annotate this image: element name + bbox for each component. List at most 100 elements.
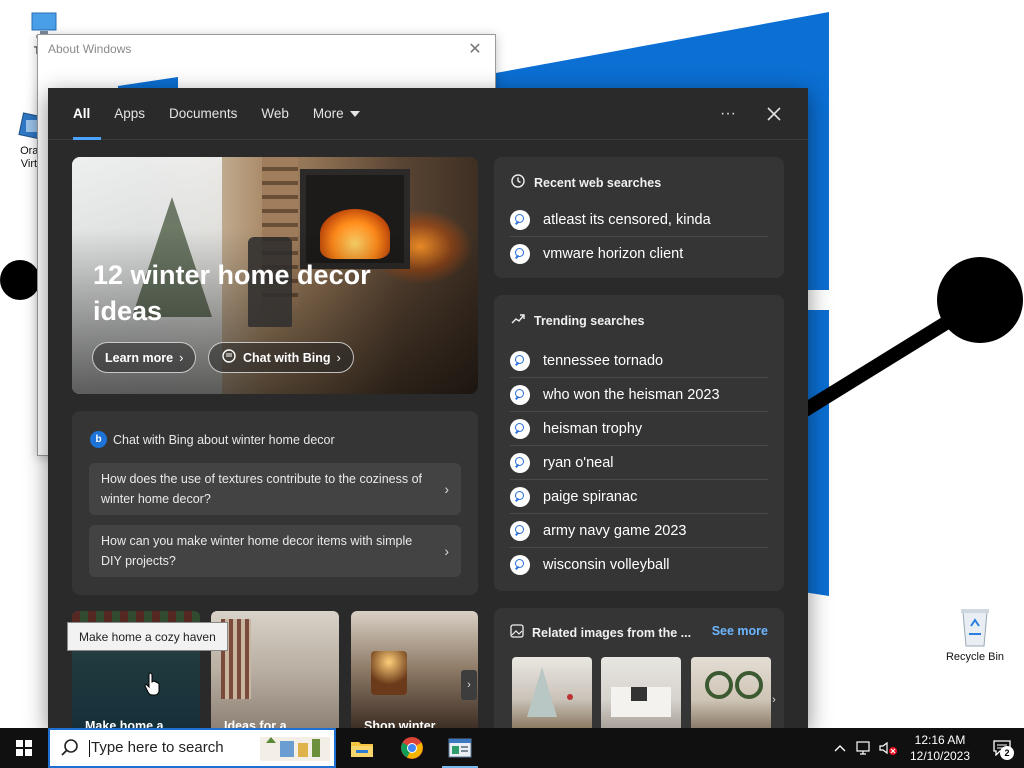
taskbar-app-chrome[interactable] <box>388 728 436 768</box>
chevron-right-icon[interactable]: › <box>461 670 477 700</box>
trending-search-item[interactable]: army navy game 2023 <box>510 514 768 548</box>
chevron-right-icon: › <box>179 350 184 365</box>
search-placeholder: Type here to search <box>91 739 224 757</box>
tab-apps[interactable]: Apps <box>102 88 157 140</box>
tab-label: More <box>312 106 344 121</box>
related-header: Related images from the ... <box>510 624 691 641</box>
taskbar-clock[interactable]: 12:16 AM 12/10/2023 <box>900 732 980 764</box>
thumbnail-card[interactable]: Ideas for a <box>211 611 339 728</box>
search-icon <box>510 486 530 507</box>
system-info-icon <box>448 738 472 758</box>
close-icon[interactable]: ✕ <box>465 39 485 59</box>
related-title: Related images from the ... <box>532 625 692 640</box>
tab-documents[interactable]: Documents <box>157 88 249 140</box>
taskbar-app-system-info[interactable] <box>436 728 484 768</box>
network-icon[interactable] <box>852 728 876 768</box>
chevron-right-icon: › <box>444 481 449 497</box>
chevron-up-icon[interactable] <box>828 728 852 768</box>
recycle-bin-icon <box>955 604 995 648</box>
thumbnail-label: Ideas for a <box>224 719 287 728</box>
button-label: Chat with Bing <box>243 350 331 365</box>
chevron-right-icon: › <box>444 543 449 559</box>
chevron-down-icon <box>349 110 360 117</box>
window-titlebar[interactable]: About Windows ✕ <box>38 35 495 63</box>
tab-more[interactable]: More <box>301 88 372 140</box>
chat-bubble-icon <box>221 348 237 367</box>
close-icon[interactable] <box>762 102 786 126</box>
chat-with-bing-card: b Chat with Bing about winter home decor… <box>72 411 478 595</box>
search-icon <box>510 520 530 541</box>
search-icon <box>510 209 530 230</box>
search-text: who won the heisman 2023 <box>543 386 720 403</box>
trending-header: Trending searches <box>510 311 644 330</box>
panel-tools: ··· <box>716 88 786 140</box>
taskbar-app-file-explorer[interactable] <box>338 728 386 768</box>
see-more-link[interactable]: See more <box>712 624 768 638</box>
action-center-button[interactable]: 2 <box>980 728 1024 768</box>
recent-search-item[interactable]: vmware horizon client <box>510 237 768 271</box>
chat-card-header: b Chat with Bing about winter home decor <box>90 431 335 448</box>
search-icon <box>510 452 530 473</box>
search-text: wisconsin volleyball <box>543 557 670 573</box>
tab-label: Apps <box>114 106 146 121</box>
thumbnail-card[interactable]: Shop winter <box>351 611 478 728</box>
system-tray: 12:16 AM 12/10/2023 2 <box>828 728 1024 768</box>
search-icon <box>510 384 530 405</box>
hero-title: 12 winter home decor ideas <box>93 260 371 326</box>
search-text: paige spiranac <box>543 488 638 505</box>
trending-search-item[interactable]: ryan o'neal <box>510 446 768 480</box>
chevron-right-icon[interactable]: › <box>768 688 780 712</box>
related-images-card: Related images from the ... See more › <box>494 608 784 728</box>
bing-icon: b <box>90 431 107 448</box>
recent-searches-card: Recent web searches atleast its censored… <box>494 157 784 278</box>
volume-muted-icon[interactable] <box>876 728 900 768</box>
search-icon <box>510 350 530 371</box>
thumbnail-label: Make home a <box>85 719 164 728</box>
chat-with-bing-button[interactable]: Chat with Bing › <box>208 342 354 373</box>
learn-more-button[interactable]: Learn more › <box>92 342 197 373</box>
search-icon <box>510 418 530 439</box>
search-text: heisman trophy <box>543 420 643 437</box>
related-image[interactable] <box>512 657 592 728</box>
image-icon <box>510 624 524 641</box>
desktop-icon-recycle-bin[interactable]: Recycle Bin <box>942 604 1008 664</box>
trending-search-item[interactable]: who won the heisman 2023 <box>510 378 768 412</box>
thumbnail-label: Shop winter <box>364 719 436 728</box>
recent-title: Recent web searches <box>534 175 662 190</box>
search-text: army navy game 2023 <box>543 522 687 539</box>
tab-label: Web <box>261 106 289 121</box>
trending-search-item[interactable]: heisman trophy <box>510 412 768 446</box>
search-text: ryan o'neal <box>543 454 614 471</box>
related-image[interactable] <box>691 657 771 728</box>
hand-cursor-icon <box>144 672 162 696</box>
search-text: tennessee tornado <box>543 352 664 369</box>
hero-card[interactable]: 12 winter home decor ideas Learn more › … <box>72 157 478 394</box>
trending-searches-card: Trending searches tennessee tornado who … <box>494 295 784 591</box>
trending-search-item[interactable]: paige spiranac <box>510 480 768 514</box>
chat-card-title: Chat with Bing about winter home decor <box>113 432 335 447</box>
start-button[interactable] <box>0 728 48 768</box>
search-input[interactable]: Type here to search <box>89 739 260 757</box>
button-label: Learn more <box>105 350 174 365</box>
taskbar-search-box[interactable]: Type here to search <box>48 728 336 768</box>
taskbar: Type here to search 12:16 AM 12/10/2023 … <box>0 728 1024 768</box>
search-icon <box>510 244 530 264</box>
thumbnail-image <box>371 651 407 695</box>
notification-count-badge: 2 <box>1000 746 1014 760</box>
bing-question-card[interactable]: How can you make winter home decor items… <box>89 525 461 577</box>
windows-icon <box>16 740 32 756</box>
search-icon <box>510 555 530 575</box>
search-highlight-image[interactable] <box>260 733 330 763</box>
tab-web[interactable]: Web <box>249 88 301 140</box>
file-explorer-icon <box>351 742 373 757</box>
tab-label: All <box>73 106 91 121</box>
window-title: About Windows <box>48 42 132 56</box>
bing-question-card[interactable]: How does the use of textures contribute … <box>89 463 461 515</box>
trending-search-item[interactable]: tennessee tornado <box>510 344 768 378</box>
ellipsis-icon[interactable]: ··· <box>716 102 740 126</box>
search-icon <box>60 738 80 758</box>
related-image[interactable] <box>601 657 681 728</box>
tab-all[interactable]: All <box>61 88 102 140</box>
trending-search-item[interactable]: wisconsin volleyball <box>510 548 768 582</box>
recent-search-item[interactable]: atleast its censored, kinda <box>510 203 768 237</box>
